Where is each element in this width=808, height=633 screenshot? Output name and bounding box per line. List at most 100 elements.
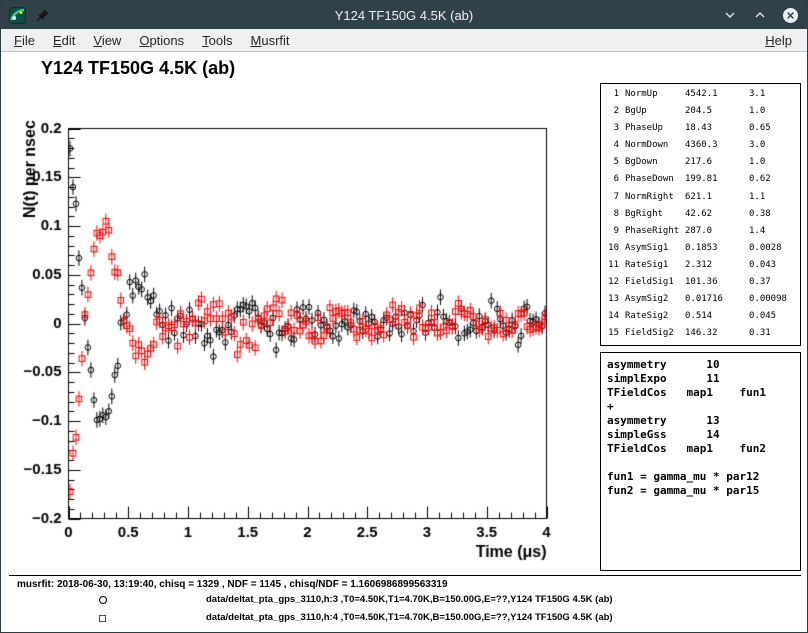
- param-name: AsymSig2: [625, 294, 679, 311]
- menu-item-edit[interactable]: Edit: [44, 31, 84, 50]
- param-error: 0.38: [749, 209, 800, 226]
- param-num: 5: [605, 157, 619, 174]
- param-value: 101.36: [685, 277, 743, 294]
- param-name: BgDown: [625, 157, 679, 174]
- menubar: FileEditViewOptionsToolsMusrfit Help: [1, 29, 807, 52]
- theory-line: simpleGss 14: [607, 428, 800, 442]
- minimize-icon: [723, 8, 737, 22]
- param-num: 1: [605, 89, 619, 106]
- maximize-button[interactable]: [751, 6, 769, 24]
- param-error: 0.65: [749, 123, 800, 140]
- param-value: 18.43: [685, 123, 743, 140]
- param-name: FieldSig1: [625, 277, 679, 294]
- legend-marker-circle: [99, 596, 107, 604]
- param-row: 11RateSig12.3120.043: [605, 260, 800, 277]
- legend-marker-square: [99, 615, 106, 622]
- param-row: 12 FieldSig1 101.36 0.37: [605, 277, 800, 294]
- param-error: 0.00098: [749, 294, 800, 311]
- param-value: 204.5: [685, 106, 743, 123]
- menu-item-musrfit[interactable]: Musrfit: [242, 31, 299, 50]
- param-name: AsymSig1: [625, 243, 679, 260]
- legend-label: data/deltat_pta_gps_3110,h:3 ,T0=4.50K,T…: [206, 594, 613, 605]
- menu-item-help[interactable]: Help: [756, 31, 801, 50]
- menubar-help: Help: [756, 31, 807, 50]
- param-value: 287.0: [685, 226, 743, 243]
- param-num: 4: [605, 140, 619, 157]
- bottom-separator: [9, 575, 801, 576]
- param-name: PhaseRight: [625, 226, 679, 243]
- param-row: 10AsymSig10.18530.0028: [605, 243, 800, 260]
- theory-line: [607, 456, 800, 470]
- param-error: 3.0: [749, 140, 800, 157]
- param-error: 1.4: [749, 226, 800, 243]
- window-title: Y124 TF150G 4.5K (ab): [1, 1, 807, 29]
- param-error: 1.1: [749, 192, 800, 209]
- app-icon[interactable]: [8, 6, 26, 24]
- param-name: PhaseDown: [625, 174, 679, 191]
- param-row: 2BgUp204.51.0: [605, 106, 800, 123]
- param-name: NormUp: [625, 89, 679, 106]
- plot-canvas[interactable]: [1, 52, 599, 576]
- param-name: FieldSig2: [625, 328, 679, 345]
- fit-status-line: musrfit: 2018-06-30, 13:19:40, chisq = 1…: [17, 579, 448, 590]
- param-error: 0.31: [749, 328, 800, 345]
- legend-label: data/deltat_pta_gps_3110,h:4 ,T0=4.50K,T…: [206, 612, 613, 623]
- param-error: 0.043: [749, 260, 800, 277]
- param-row: 4 NormDown 4360.3 3.0: [605, 140, 800, 157]
- param-num: 2: [605, 106, 619, 123]
- main-canvas-area: Y124 TF150G 4.5K (ab) 1NormUp4542.13.12B…: [1, 52, 807, 633]
- theory-line: asymmetry 13: [607, 414, 800, 428]
- param-row: 13 AsymSig2 0.01716 0.00098: [605, 294, 800, 311]
- close-button[interactable]: [781, 6, 799, 24]
- app-icon-glyph: [9, 7, 26, 24]
- menu-item-options[interactable]: Options: [130, 31, 193, 50]
- param-value: 4360.3: [685, 140, 743, 157]
- menu-item-tools[interactable]: Tools: [193, 31, 241, 50]
- param-value: 42.62: [685, 209, 743, 226]
- menubar-items: FileEditViewOptionsToolsMusrfit: [1, 31, 299, 50]
- theory-line: simplExpo 11: [607, 372, 800, 386]
- param-value: 621.1: [685, 192, 743, 209]
- close-icon: [782, 7, 799, 24]
- param-error: 0.62: [749, 174, 800, 191]
- theory-box: asymmetry 10simplExpo 11TFieldCos map1 f…: [600, 352, 801, 571]
- pin-icon-glyph: [36, 8, 50, 22]
- param-name: NormRight: [625, 192, 679, 209]
- theory-line: TFieldCos map1 fun2: [607, 442, 800, 456]
- param-name: PhaseUp: [625, 123, 679, 140]
- legend: data/deltat_pta_gps_3110,h:3 ,T0=4.50K,T…: [1, 591, 807, 627]
- theory-line: +: [607, 400, 800, 414]
- pin-icon[interactable]: [34, 6, 52, 24]
- minimize-button[interactable]: [721, 6, 739, 24]
- plot-title: Y124 TF150G 4.5K (ab): [41, 58, 235, 79]
- menu-item-file[interactable]: File: [5, 31, 44, 50]
- param-value: 217.6: [685, 157, 743, 174]
- param-num: 6: [605, 174, 619, 191]
- theory-line: asymmetry 10: [607, 358, 800, 372]
- param-name: RateSig2: [625, 311, 679, 328]
- theory-line: TFieldCos map1 fun1: [607, 386, 800, 400]
- param-name: BgRight: [625, 209, 679, 226]
- legend-item: data/deltat_pta_gps_3110,h:3 ,T0=4.50K,T…: [1, 591, 807, 609]
- application-window: Y124 TF150G 4.5K (ab) FileEditViewOp: [0, 0, 808, 633]
- param-num: 14: [605, 311, 619, 328]
- param-row: 7 NormRight 621.1 1.1: [605, 192, 800, 209]
- param-value: 4542.1: [685, 89, 743, 106]
- legend-item: data/deltat_pta_gps_3110,h:4 ,T0=4.50K,T…: [1, 609, 807, 627]
- param-num: 13: [605, 294, 619, 311]
- param-value: 0.01716: [685, 294, 743, 311]
- param-row: 5 BgDown 217.6 1.0: [605, 157, 800, 174]
- param-row: 1NormUp4542.13.1: [605, 89, 800, 106]
- param-num: 8: [605, 209, 619, 226]
- param-row: 9 PhaseRight 287.0 1.4: [605, 226, 800, 243]
- param-error: 1.0: [749, 157, 800, 174]
- param-name: NormDown: [625, 140, 679, 157]
- param-num: 12: [605, 277, 619, 294]
- param-value: 146.32: [685, 328, 743, 345]
- param-error: 0.045: [749, 311, 800, 328]
- param-error: 1.0: [749, 106, 800, 123]
- param-num: 7: [605, 192, 619, 209]
- param-num: 9: [605, 226, 619, 243]
- menu-item-view[interactable]: View: [84, 31, 130, 50]
- param-error: 0.37: [749, 277, 800, 294]
